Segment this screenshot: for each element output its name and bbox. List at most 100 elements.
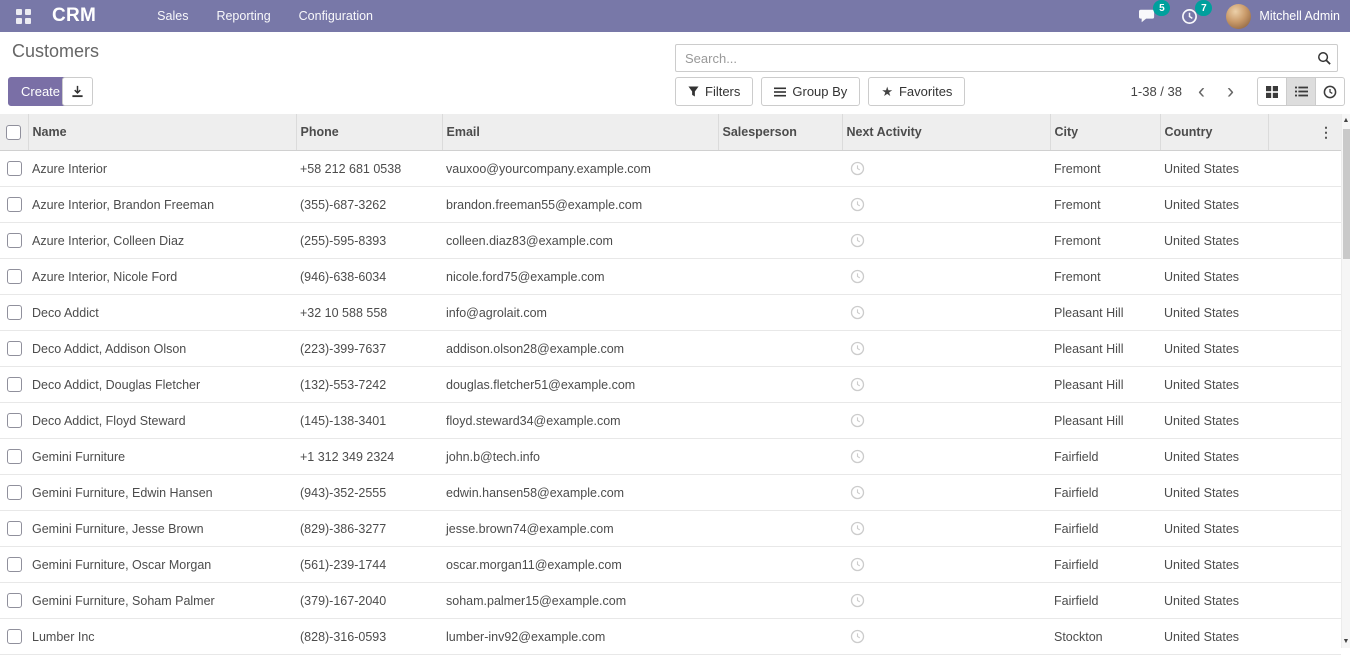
cell-name[interactable]: Lumber Inc	[28, 619, 296, 655]
cell-salesperson[interactable]	[718, 439, 842, 475]
next-activity-clock-icon[interactable]	[850, 557, 865, 572]
row-checkbox[interactable]	[7, 449, 22, 464]
menu-sales[interactable]: Sales	[148, 0, 197, 32]
cell-salesperson[interactable]	[718, 259, 842, 295]
activity-view-button[interactable]	[1315, 77, 1345, 106]
cell-country[interactable]: United States	[1160, 475, 1268, 511]
cell-country[interactable]: United States	[1160, 439, 1268, 475]
next-activity-clock-icon[interactable]	[850, 161, 865, 176]
cell-name[interactable]: Gemini Furniture, Soham Palmer	[28, 583, 296, 619]
cell-email[interactable]: info@agrolait.com	[442, 295, 718, 331]
favorites-button[interactable]: ★ Favorites	[868, 77, 965, 106]
cell-name[interactable]: Deco Addict, Floyd Steward	[28, 403, 296, 439]
messages-button[interactable]: 5	[1136, 5, 1158, 27]
row-checkbox-cell[interactable]	[0, 511, 28, 547]
cell-phone[interactable]: (829)-386-3277	[296, 511, 442, 547]
row-checkbox-cell[interactable]	[0, 583, 28, 619]
table-row[interactable]: Deco Addict, Douglas Fletcher(132)-553-7…	[0, 367, 1341, 403]
cell-name[interactable]: Azure Interior	[28, 151, 296, 187]
cell-email[interactable]: vauxoo@yourcompany.example.com	[442, 151, 718, 187]
export-button[interactable]	[62, 77, 93, 106]
cell-phone[interactable]: (145)-138-3401	[296, 403, 442, 439]
table-row[interactable]: Gemini Furniture, Oscar Morgan(561)-239-…	[0, 547, 1341, 583]
row-checkbox-cell[interactable]	[0, 151, 28, 187]
row-checkbox[interactable]	[7, 197, 22, 212]
cell-salesperson[interactable]	[718, 619, 842, 655]
cell-name[interactable]: Deco Addict, Douglas Fletcher	[28, 367, 296, 403]
next-activity-clock-icon[interactable]	[850, 377, 865, 392]
cell-next-activity[interactable]	[842, 295, 1050, 331]
cell-salesperson[interactable]	[718, 583, 842, 619]
cell-city[interactable]: Pleasant Hill	[1050, 367, 1160, 403]
row-checkbox-cell[interactable]	[0, 259, 28, 295]
search-input[interactable]	[676, 51, 1311, 66]
cell-next-activity[interactable]	[842, 403, 1050, 439]
cell-city[interactable]: Pleasant Hill	[1050, 331, 1160, 367]
cell-phone[interactable]: +1 312 349 2324	[296, 439, 442, 475]
row-checkbox-cell[interactable]	[0, 331, 28, 367]
next-activity-clock-icon[interactable]	[850, 629, 865, 644]
row-checkbox-cell[interactable]	[0, 475, 28, 511]
table-row[interactable]: Deco Addict, Addison Olson(223)-399-7637…	[0, 331, 1341, 367]
cell-phone[interactable]: (255)-595-8393	[296, 223, 442, 259]
cell-next-activity[interactable]	[842, 331, 1050, 367]
cell-next-activity[interactable]	[842, 619, 1050, 655]
cell-city[interactable]: Fairfield	[1050, 547, 1160, 583]
cell-next-activity[interactable]	[842, 223, 1050, 259]
cell-name[interactable]: Gemini Furniture, Edwin Hansen	[28, 475, 296, 511]
cell-email[interactable]: brandon.freeman55@example.com	[442, 187, 718, 223]
cell-next-activity[interactable]	[842, 187, 1050, 223]
table-row[interactable]: Gemini Furniture, Jesse Brown(829)-386-3…	[0, 511, 1341, 547]
cell-country[interactable]: United States	[1160, 547, 1268, 583]
cell-country[interactable]: United States	[1160, 295, 1268, 331]
pager-next-icon[interactable]: ›	[1221, 81, 1240, 102]
optional-columns-toggle-icon[interactable]: ⋮	[1319, 114, 1337, 150]
table-row[interactable]: Deco Addict+32 10 588 558info@agrolait.c…	[0, 295, 1341, 331]
row-checkbox-cell[interactable]	[0, 295, 28, 331]
next-activity-clock-icon[interactable]	[850, 413, 865, 428]
cell-city[interactable]: Fairfield	[1050, 475, 1160, 511]
table-row[interactable]: Azure Interior+58 212 681 0538vauxoo@you…	[0, 151, 1341, 187]
cell-city[interactable]: Fremont	[1050, 187, 1160, 223]
pager-previous-icon[interactable]: ‹	[1192, 81, 1211, 102]
list-view-button[interactable]	[1286, 77, 1316, 106]
cell-name[interactable]: Gemini Furniture, Oscar Morgan	[28, 547, 296, 583]
row-checkbox[interactable]	[7, 233, 22, 248]
row-checkbox-cell[interactable]	[0, 403, 28, 439]
cell-salesperson[interactable]	[718, 187, 842, 223]
apps-menu-icon[interactable]	[10, 3, 36, 29]
cell-city[interactable]: Fremont	[1050, 223, 1160, 259]
row-checkbox[interactable]	[7, 557, 22, 572]
row-checkbox[interactable]	[7, 341, 22, 356]
cell-email[interactable]: john.b@tech.info	[442, 439, 718, 475]
table-row[interactable]: Gemini Furniture+1 312 349 2324john.b@te…	[0, 439, 1341, 475]
next-activity-clock-icon[interactable]	[850, 197, 865, 212]
row-checkbox-cell[interactable]	[0, 187, 28, 223]
cell-next-activity[interactable]	[842, 511, 1050, 547]
cell-salesperson[interactable]	[718, 511, 842, 547]
row-checkbox[interactable]	[7, 161, 22, 176]
column-header-city[interactable]: City	[1050, 114, 1160, 151]
cell-name[interactable]: Azure Interior, Nicole Ford	[28, 259, 296, 295]
row-checkbox-cell[interactable]	[0, 223, 28, 259]
cell-salesperson[interactable]	[718, 475, 842, 511]
user-menu[interactable]: Mitchell Admin	[1226, 4, 1340, 29]
cell-next-activity[interactable]	[842, 583, 1050, 619]
cell-city[interactable]: Stockton	[1050, 619, 1160, 655]
cell-country[interactable]: United States	[1160, 367, 1268, 403]
cell-name[interactable]: Azure Interior, Colleen Diaz	[28, 223, 296, 259]
column-header-salesperson[interactable]: Salesperson	[718, 114, 842, 151]
table-row[interactable]: Azure Interior, Colleen Diaz(255)-595-83…	[0, 223, 1341, 259]
cell-phone[interactable]: (828)-316-0593	[296, 619, 442, 655]
next-activity-clock-icon[interactable]	[850, 341, 865, 356]
select-all-checkbox[interactable]	[6, 125, 21, 140]
next-activity-clock-icon[interactable]	[850, 449, 865, 464]
cell-phone[interactable]: (943)-352-2555	[296, 475, 442, 511]
next-activity-clock-icon[interactable]	[850, 593, 865, 608]
cell-phone[interactable]: (946)-638-6034	[296, 259, 442, 295]
table-row[interactable]: Lumber Inc(828)-316-0593lumber-inv92@exa…	[0, 619, 1341, 655]
cell-email[interactable]: lumber-inv92@example.com	[442, 619, 718, 655]
row-checkbox[interactable]	[7, 629, 22, 644]
cell-phone[interactable]: (379)-167-2040	[296, 583, 442, 619]
vertical-scrollbar[interactable]: ▲ ▼	[1341, 114, 1350, 648]
